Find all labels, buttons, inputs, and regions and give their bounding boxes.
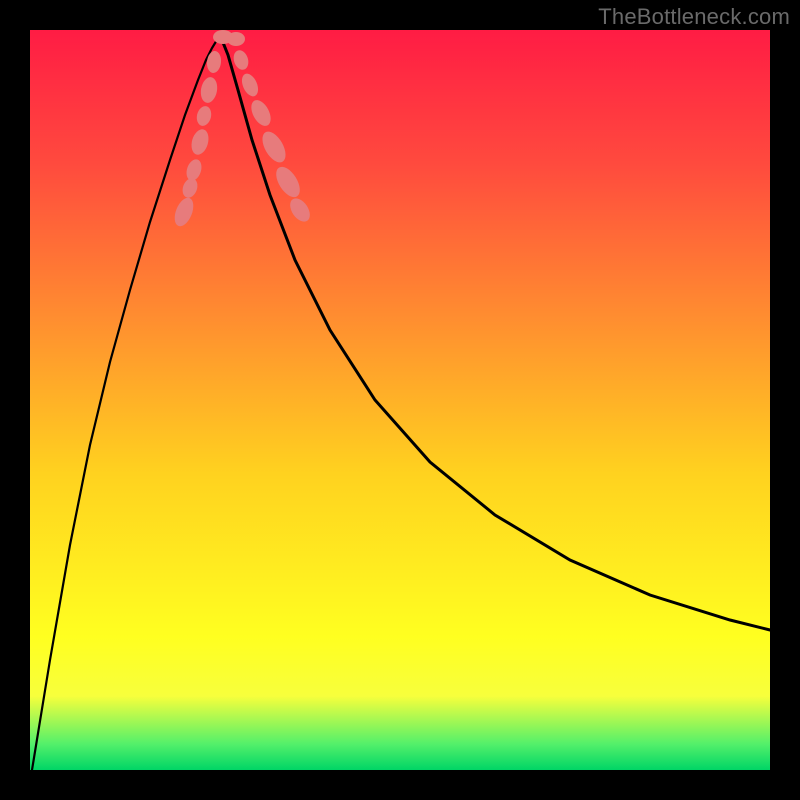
marker-dot <box>239 71 262 99</box>
marker-dot <box>286 195 314 226</box>
marker-dot <box>247 97 274 129</box>
marker-dot <box>189 127 212 156</box>
marker-dot <box>227 32 245 46</box>
marker-dot <box>271 163 304 201</box>
chart-svg <box>30 30 770 770</box>
marker-dot <box>184 157 204 182</box>
marker-cluster <box>171 30 314 229</box>
marker-dot <box>258 128 291 166</box>
curve-right <box>220 35 770 630</box>
watermark-text: TheBottleneck.com <box>598 4 790 30</box>
marker-dot <box>195 105 213 128</box>
marker-dot <box>171 195 197 229</box>
marker-dot <box>199 76 219 104</box>
marker-dot <box>231 48 250 71</box>
plot-area <box>30 30 770 770</box>
